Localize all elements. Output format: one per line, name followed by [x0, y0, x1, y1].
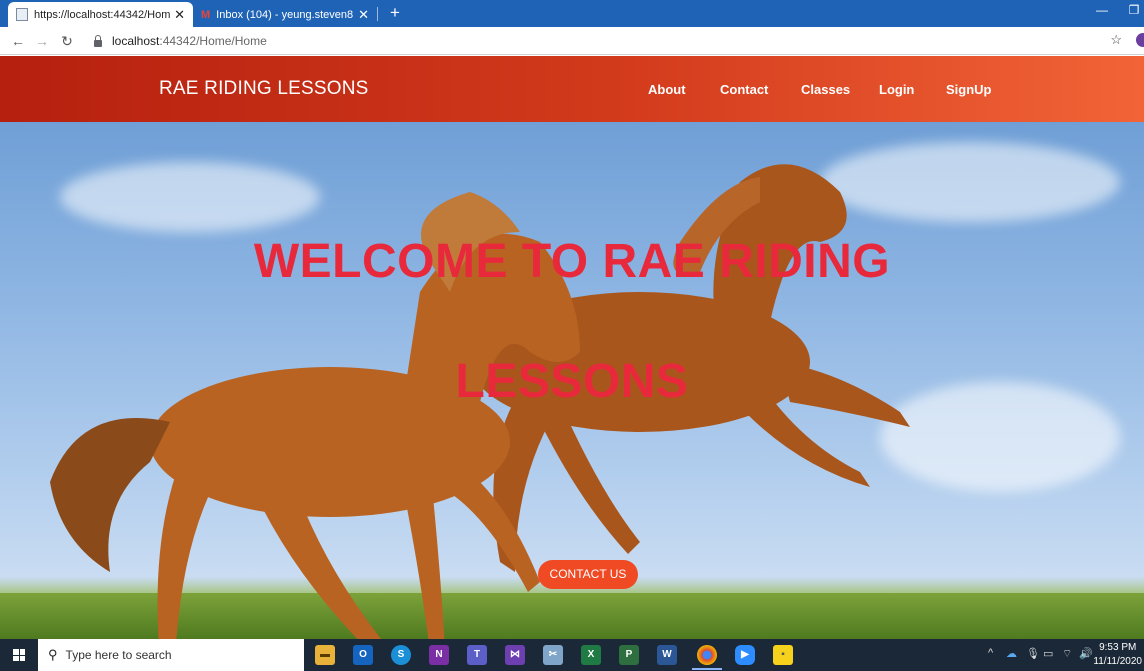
volume-icon[interactable]: 🔊	[1079, 647, 1093, 660]
gmail-icon: M	[201, 8, 211, 21]
system-clock[interactable]: 9:53 PM 11/11/2020	[1093, 641, 1142, 669]
taskbar-search-box[interactable]: ⚲ Type here to search	[38, 639, 304, 671]
url-path: :44342/Home/Home	[159, 34, 267, 48]
chrome-icon[interactable]	[697, 645, 717, 665]
nav-login[interactable]: Login	[879, 82, 914, 97]
hero-title-line-1: WELCOME TO RAE RIDING	[253, 235, 891, 288]
hero-section: WELCOME TO RAE RIDING LESSONS CONTACT US	[0, 122, 1144, 639]
onenote-icon[interactable]: N	[429, 645, 449, 665]
profile-avatar[interactable]	[1136, 33, 1144, 47]
outlook-icon[interactable]: O	[353, 645, 373, 665]
wifi-icon[interactable]: ⌔	[1062, 647, 1072, 661]
teams-icon[interactable]: T	[467, 645, 487, 665]
close-tab-icon[interactable]: ✕	[174, 7, 185, 23]
search-icon: ⚲	[48, 647, 58, 662]
nav-contact[interactable]: Contact	[720, 82, 768, 97]
visual-studio-icon[interactable]: ⋈	[505, 645, 525, 665]
bookmark-star-icon[interactable]: ☆	[1110, 32, 1122, 48]
new-tab-icon[interactable]: +	[385, 3, 405, 23]
snip-icon[interactable]: ✂	[543, 645, 563, 665]
clock-time: 9:53 PM	[1099, 642, 1137, 653]
nav-signup[interactable]: SignUp	[946, 82, 992, 97]
restore-icon[interactable]: ❐	[1126, 3, 1142, 17]
tab-title: Inbox (104) - yeung.steven8@gm	[216, 8, 354, 21]
windows-logo-icon	[13, 649, 25, 661]
browser-toolbar: ← → ↻ localhost:44342/Home/Home ☆	[0, 27, 1144, 55]
nav-about[interactable]: About	[648, 82, 686, 97]
windows-taskbar: ⚲ Type here to search ▬ O S N T ⋈ ✂ X P …	[0, 639, 1144, 671]
tab-title: https://localhost:44342/Home/H	[34, 8, 171, 21]
skype-icon[interactable]: S	[391, 645, 411, 665]
close-tab-icon[interactable]: ✕	[358, 7, 369, 23]
show-hidden-icons[interactable]: ^	[988, 647, 993, 659]
battery-icon[interactable]: ▭	[1043, 647, 1053, 660]
page-favicon-icon	[16, 8, 28, 21]
nav-classes[interactable]: Classes	[801, 82, 850, 97]
lock-icon	[94, 34, 102, 47]
clock-date: 11/11/2020	[1093, 656, 1142, 667]
website-viewport: RAE RIDING LESSONS About Contact Classes…	[0, 56, 1144, 639]
site-brand[interactable]: RAE RIDING LESSONS	[159, 78, 368, 100]
excel-icon[interactable]: X	[581, 645, 601, 665]
back-arrow-icon[interactable]: ←	[8, 31, 28, 51]
site-header: RAE RIDING LESSONS About Contact Classes…	[0, 56, 1144, 122]
onedrive-icon[interactable]: ☁	[1006, 647, 1017, 660]
tab-localhost[interactable]: https://localhost:44342/Home/H ✕	[8, 2, 193, 27]
microphone-icon[interactable]: 🎙	[1026, 647, 1040, 660]
start-button[interactable]	[0, 639, 38, 671]
tab-gmail[interactable]: M Inbox (104) - yeung.steven8@gm ✕	[193, 2, 377, 27]
url-host: localhost	[112, 34, 160, 48]
address-bar[interactable]: localhost:44342/Home/Home	[86, 30, 1126, 52]
hero-title-line-2: LESSONS	[455, 355, 689, 408]
word-icon[interactable]: W	[657, 645, 677, 665]
sticky-notes-icon[interactable]: ▪	[773, 645, 793, 665]
minimize-icon[interactable]: —	[1094, 3, 1110, 17]
active-app-indicator	[692, 668, 722, 670]
project-icon[interactable]: P	[619, 645, 639, 665]
file-explorer-icon[interactable]: ▬	[315, 645, 335, 665]
tab-divider	[377, 7, 378, 21]
forward-arrow-icon[interactable]: →	[32, 31, 52, 51]
browser-tab-bar: https://localhost:44342/Home/H ✕ M Inbox…	[0, 0, 1144, 27]
zoom-icon[interactable]: ▶	[735, 645, 755, 665]
reload-icon[interactable]: ↻	[57, 31, 77, 51]
search-placeholder: Type here to search	[65, 648, 172, 662]
contact-us-button[interactable]: CONTACT US	[538, 560, 638, 589]
